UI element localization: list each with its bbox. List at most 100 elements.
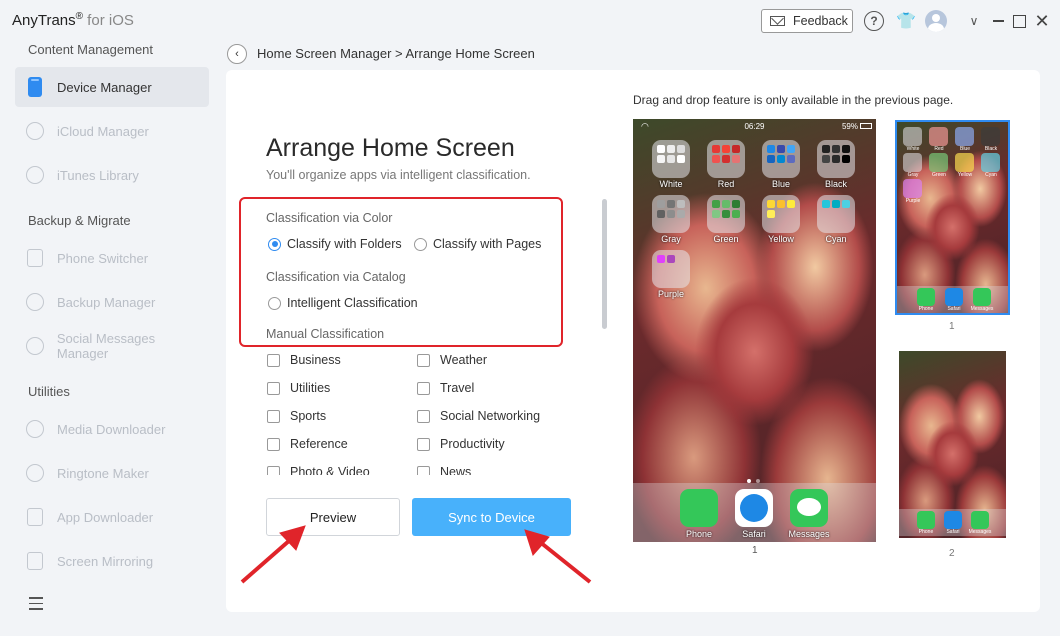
checkbox-control[interactable] [417, 381, 430, 395]
sidebar-item-label: App Downloader [57, 509, 154, 525]
radio-label: Classify with Folders [287, 237, 402, 251]
hamburger-menu-icon[interactable] [29, 597, 43, 614]
checkbox-control[interactable] [267, 409, 280, 423]
thumb-phone-icon [917, 288, 935, 306]
checkbox-reference[interactable]: Reference [267, 437, 348, 451]
download-icon [25, 419, 45, 439]
checkbox-control[interactable] [267, 465, 280, 475]
sidebar-item-social-messages-manager[interactable]: Social Messages Manager [15, 326, 209, 366]
options-scrollbar[interactable] [602, 199, 607, 329]
checkbox-business[interactable]: Business [267, 353, 341, 367]
phone-app-icon[interactable] [680, 489, 718, 527]
battery-icon [860, 123, 872, 129]
sidebar-item-icloud-manager[interactable]: iCloud Manager [15, 111, 209, 151]
sidebar-item-label: Ringtone Maker [57, 465, 149, 481]
radio-control[interactable] [414, 237, 427, 251]
folder-gray[interactable] [652, 195, 690, 233]
radio-label: Classify with Pages [433, 237, 542, 251]
help-icon[interactable]: ? [864, 11, 884, 31]
checkbox-control[interactable] [267, 437, 280, 451]
sidebar-item-ringtone-maker[interactable]: Ringtone Maker [15, 453, 209, 493]
chevron-down-icon[interactable]: ∨ [964, 11, 984, 31]
section-backup-migrate: Backup & Migrate [28, 213, 131, 228]
page-thumbnail-1[interactable]: White Red Blue Black Gray Green Yellow C… [895, 120, 1010, 315]
checkbox-travel[interactable]: Travel [417, 381, 474, 395]
checkbox-control[interactable] [267, 381, 280, 395]
checkbox-sports[interactable]: Sports [267, 409, 326, 423]
folder-label: Cyan [825, 234, 847, 244]
sidebar-item-screen-mirroring[interactable]: Screen Mirroring [15, 541, 209, 581]
sidebar-item-phone-switcher[interactable]: Phone Switcher [15, 238, 209, 278]
thumb-dock-label: Messages [968, 529, 992, 535]
color-group-label: Classification via Color [266, 211, 393, 225]
checkbox-label: Business [290, 353, 341, 367]
checkbox-productivity[interactable]: Productivity [417, 437, 505, 451]
account-avatar-icon[interactable] [925, 10, 947, 32]
thumb-number-2: 2 [949, 548, 955, 559]
checkbox-label: Productivity [440, 437, 505, 451]
radio-control[interactable] [268, 237, 281, 251]
checkbox-social-networking[interactable]: Social Networking [417, 409, 540, 423]
checkbox-control[interactable] [417, 409, 430, 423]
checkbox-control[interactable] [417, 353, 430, 367]
sidebar-item-backup-manager[interactable]: Backup Manager [15, 282, 209, 322]
thumb-messages-icon [971, 511, 989, 529]
sync-to-device-button[interactable]: Sync to Device [412, 498, 571, 536]
thumb-dock-label: Safari [947, 306, 961, 312]
thumb-messages-icon [973, 288, 991, 306]
checkbox-control[interactable] [267, 353, 280, 367]
thumb-folder-label: Black [984, 146, 998, 152]
sidebar-item-device-manager[interactable]: Device Manager [15, 67, 209, 107]
app-store-icon [25, 507, 45, 527]
back-button[interactable]: ‹ [227, 44, 247, 64]
checkbox-control[interactable] [417, 465, 430, 475]
safari-app-icon[interactable] [735, 489, 773, 527]
phone-switch-icon [25, 248, 45, 268]
preview-button[interactable]: Preview [266, 498, 400, 536]
dock-label: Phone [685, 529, 713, 539]
radio-control[interactable] [268, 296, 281, 310]
folder-white[interactable] [652, 140, 690, 178]
minimize-icon[interactable] [988, 11, 1008, 31]
sidebar-item-app-downloader[interactable]: App Downloader [15, 497, 209, 537]
folder-blue[interactable] [762, 140, 800, 178]
folder-label: Red [717, 179, 735, 189]
radio-classify-folders[interactable]: Classify with Folders [268, 237, 402, 251]
sidebar-item-media-downloader[interactable]: Media Downloader [15, 409, 209, 449]
messages-app-icon[interactable] [790, 489, 828, 527]
thumb-folder-label: Cyan [985, 172, 997, 178]
folder-green[interactable] [707, 195, 745, 233]
maximize-icon[interactable] [1009, 11, 1029, 31]
manual-checklist: Business Utilities Sports Reference Phot… [262, 348, 562, 475]
radio-intelligent-classification[interactable]: Intelligent Classification [268, 296, 418, 310]
page-subtitle: You'll organize apps via intelligent cla… [266, 168, 531, 182]
checkbox-control[interactable] [417, 437, 430, 451]
page-title: Arrange Home Screen [266, 134, 515, 162]
cloud-icon [25, 121, 45, 141]
page-thumbnail-2[interactable]: Phone Safari Messages [899, 351, 1006, 538]
folder-red[interactable] [707, 140, 745, 178]
status-bar: ◠ 06:29 59% [633, 119, 876, 135]
skin-icon[interactable]: 👕 [896, 11, 916, 31]
checkbox-label: News [440, 465, 472, 475]
checkbox-utilities[interactable]: Utilities [267, 381, 330, 395]
folder-purple[interactable] [652, 250, 690, 288]
sidebar-item-itunes-library[interactable]: iTunes Library [15, 155, 209, 195]
folder-yellow[interactable] [762, 195, 800, 233]
dock-label: Safari [742, 529, 766, 539]
checkbox-news[interactable]: News [417, 465, 471, 475]
bell-icon [25, 463, 45, 483]
thumb-dock-label: Phone [918, 306, 934, 312]
radio-classify-pages[interactable]: Classify with Pages [414, 237, 541, 251]
feedback-button[interactable]: Feedback [761, 9, 853, 33]
close-icon[interactable]: ✕ [1032, 11, 1052, 31]
thumb-folder-label: Red [934, 146, 944, 152]
folder-cyan[interactable] [817, 195, 855, 233]
checkbox-weather[interactable]: Weather [417, 353, 487, 367]
folder-black[interactable] [817, 140, 855, 178]
folder-label: Blue [771, 179, 790, 189]
checkbox-photo-video[interactable]: Photo & Video [267, 465, 370, 475]
thumb-number-1: 1 [949, 321, 955, 332]
sidebar-item-label: iTunes Library [57, 167, 139, 183]
section-utilities: Utilities [28, 384, 70, 399]
